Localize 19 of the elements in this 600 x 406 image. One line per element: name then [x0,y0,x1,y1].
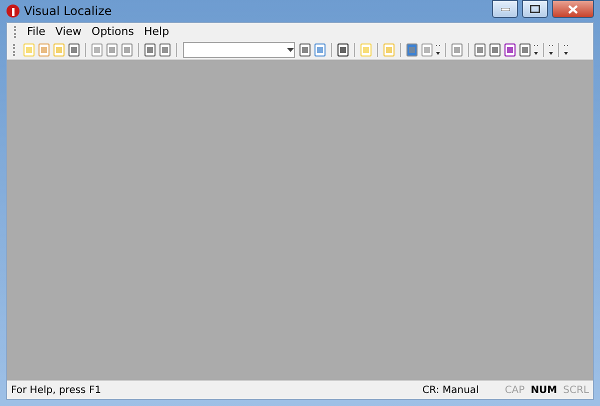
close-icon [568,4,578,14]
maximize-button[interactable] [522,0,548,18]
maximize-icon [530,5,540,13]
menu-item[interactable]: Options [86,25,139,38]
menu-item[interactable]: View [50,25,87,38]
status-indicator: NUM [530,384,558,396]
status-mode: CR: Manual [422,384,479,396]
status-message: For Help, press F1 [11,384,102,396]
minimize-icon [500,8,510,10]
window-title: Visual Localize [24,4,113,18]
status-indicator: CAP [504,384,525,396]
status-indicator: SCRL [563,384,589,396]
caret-icon [287,48,294,52]
menu-item[interactable]: Help [138,25,174,38]
close-button[interactable] [552,0,594,18]
minimize-button[interactable] [492,0,518,18]
app-logo-icon [6,4,20,18]
menu-item[interactable]: File [22,25,50,38]
dropdown-field[interactable] [183,42,295,58]
